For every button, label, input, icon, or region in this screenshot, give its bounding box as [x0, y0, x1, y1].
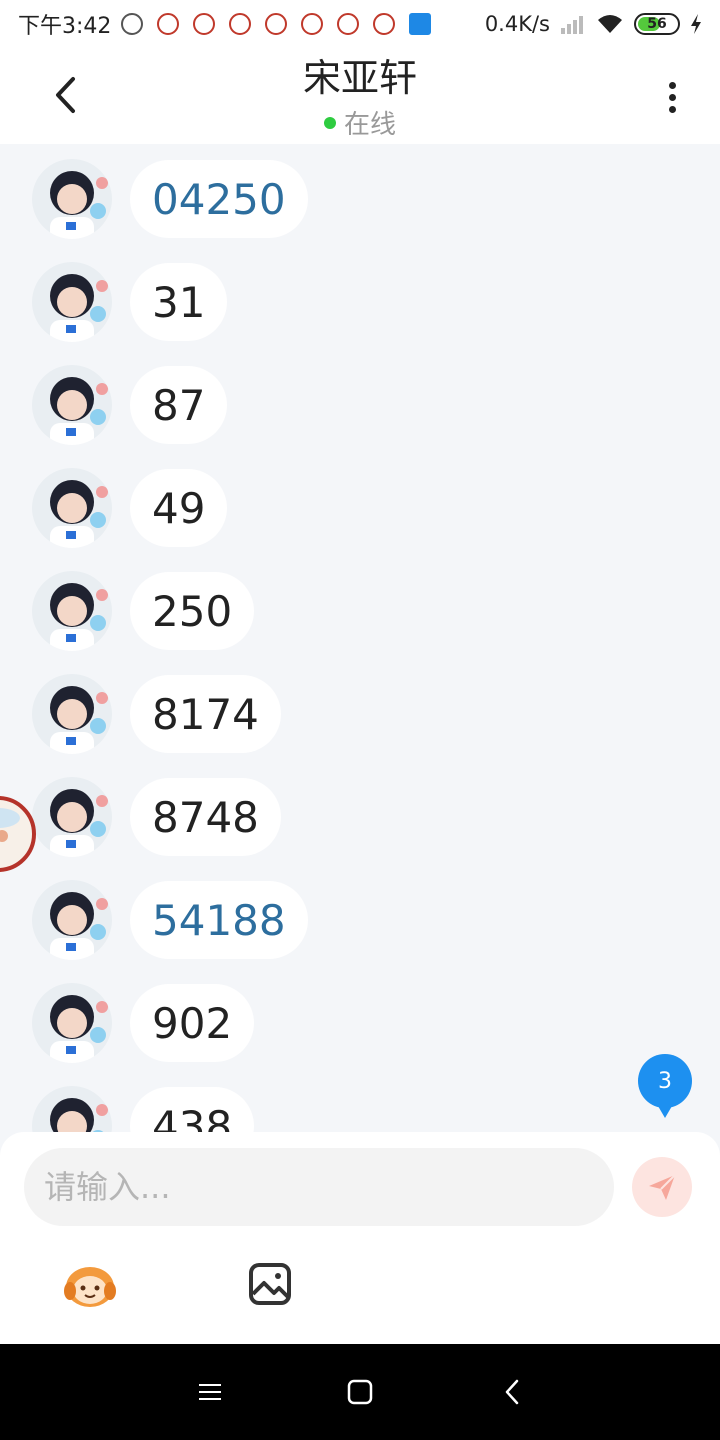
- home-button[interactable]: [340, 1372, 380, 1412]
- contact-name: 宋亚轩: [302, 56, 417, 100]
- message-bubble[interactable]: 902: [130, 984, 255, 1062]
- message-row: 87: [32, 365, 228, 445]
- notification-icons: [121, 13, 432, 35]
- wifi-icon: [598, 15, 622, 33]
- message-row: 250: [32, 571, 255, 651]
- more-icon: [668, 81, 676, 89]
- nav-back-button[interactable]: [492, 1372, 532, 1412]
- floating-mascot-icon[interactable]: [0, 784, 38, 884]
- avatar[interactable]: [32, 880, 112, 960]
- message-row: 31: [32, 262, 228, 342]
- message-bubble[interactable]: 54188: [130, 881, 308, 959]
- avatar[interactable]: [32, 365, 112, 445]
- message-bubble[interactable]: 04250: [130, 160, 308, 238]
- message-row: 8174: [32, 674, 281, 754]
- avatar[interactable]: [32, 159, 112, 239]
- message-input[interactable]: [24, 1148, 614, 1226]
- notification-icon: [265, 13, 288, 35]
- nav-back-icon: [505, 1379, 519, 1405]
- message-row: 8748: [32, 777, 281, 857]
- message-row: 902: [32, 983, 255, 1063]
- message-bubble[interactable]: 8748: [130, 778, 281, 856]
- online-status-label: 在线: [343, 110, 396, 140]
- status-time: 下午3:42: [18, 14, 112, 39]
- notification-icon: [301, 13, 324, 35]
- message-bubble[interactable]: 49: [130, 469, 228, 547]
- app-notification-icon: [409, 13, 432, 35]
- message-bubble[interactable]: 87: [130, 366, 228, 444]
- avatar[interactable]: [32, 262, 112, 342]
- message-row: 438: [32, 1086, 255, 1132]
- signal-icon: [561, 16, 583, 34]
- battery-icon: 56: [634, 13, 680, 35]
- battery-level: 56: [647, 16, 667, 32]
- online-dot-icon: [323, 116, 336, 129]
- avatar[interactable]: [32, 571, 112, 651]
- avatar[interactable]: [32, 1086, 112, 1132]
- notification-icon: [193, 13, 216, 35]
- message-list[interactable]: 04250 31 87 49 250 8174 8748 54188 902 4…: [0, 144, 720, 1132]
- notification-icon: [121, 13, 144, 35]
- system-nav-bar: [0, 1344, 720, 1440]
- message-row: 49: [32, 468, 228, 548]
- send-icon: [649, 1174, 676, 1200]
- message-row: 04250: [32, 159, 308, 239]
- message-bubble[interactable]: 8174: [130, 675, 281, 753]
- message-bubble[interactable]: 438: [130, 1087, 255, 1132]
- network-speed: 0.4K/s: [484, 12, 550, 36]
- avatar[interactable]: [32, 983, 112, 1063]
- image-icon: [249, 1263, 291, 1305]
- message-bubble[interactable]: 250: [130, 572, 255, 650]
- status-bar: 下午3:42 0.4K/s 56: [0, 0, 720, 48]
- notification-icon: [229, 13, 252, 35]
- notification-icon: [373, 13, 396, 35]
- unread-count-badge[interactable]: 3: [638, 1054, 692, 1118]
- charging-icon: [691, 14, 701, 34]
- message-bubble[interactable]: 31: [130, 263, 228, 341]
- menu-icon: [199, 1384, 221, 1400]
- notification-icon: [157, 13, 180, 35]
- avatar[interactable]: [32, 777, 112, 857]
- home-icon: [347, 1379, 373, 1405]
- send-button[interactable]: [632, 1157, 692, 1217]
- avatar[interactable]: [32, 468, 112, 548]
- avatar[interactable]: [32, 674, 112, 754]
- menu-button[interactable]: [190, 1372, 230, 1412]
- message-row: 54188: [32, 880, 308, 960]
- more-button[interactable]: [652, 72, 692, 122]
- composer: [0, 1132, 720, 1344]
- online-status: 在线: [0, 104, 720, 141]
- emoji-button[interactable]: [60, 1256, 120, 1312]
- emoji-icon: [64, 1267, 116, 1307]
- chat-header: 宋亚轩 在线: [0, 48, 720, 144]
- image-button[interactable]: [240, 1256, 300, 1312]
- notification-icon: [337, 13, 360, 35]
